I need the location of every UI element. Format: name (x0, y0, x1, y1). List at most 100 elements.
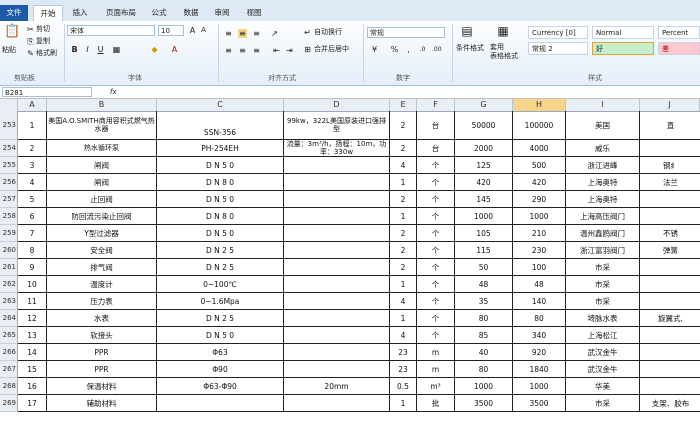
cell-j[interactable] (640, 208, 700, 225)
cell-a[interactable]: 10 (18, 276, 47, 293)
cell-j[interactable]: 弹簧 (640, 242, 700, 259)
cell-b[interactable]: 温度计 (47, 276, 157, 293)
row-header[interactable]: 259 (0, 225, 18, 242)
cell-j[interactable] (640, 378, 700, 395)
cell-c[interactable]: D N 5 0 (157, 157, 284, 174)
fx-icon[interactable]: fx (110, 87, 117, 97)
column-header-j[interactable]: J (640, 99, 700, 111)
column-header-h[interactable]: H (513, 99, 566, 111)
cell-e[interactable]: 2 (390, 225, 417, 242)
cell-c[interactable]: PH-254EH (157, 140, 284, 157)
number-format-select[interactable]: 常规 (367, 27, 445, 38)
cell-f[interactable]: 个 (417, 225, 455, 242)
conditional-formatting-icon[interactable]: ▤ (460, 25, 474, 41)
cell-f[interactable]: 个 (417, 327, 455, 344)
italic-icon[interactable]: I (83, 45, 92, 54)
cell-h[interactable]: 100000 (513, 111, 566, 140)
cell-e[interactable]: 4 (390, 293, 417, 310)
cell-e[interactable]: 0.5 (390, 378, 417, 395)
cell-c[interactable]: SSN-356 (157, 111, 284, 140)
cell-c[interactable]: D N 8 0 (157, 208, 284, 225)
cell-d[interactable] (284, 225, 390, 242)
cell-j[interactable]: 支架、胶布 (640, 395, 700, 412)
column-header-e[interactable]: E (390, 99, 417, 111)
cell-d[interactable] (284, 395, 390, 412)
cell-c[interactable]: Φ63-Φ90 (157, 378, 284, 395)
shrink-font-icon[interactable]: A (199, 26, 208, 35)
cell-i[interactable]: 武汉金牛 (566, 361, 640, 378)
cell-c[interactable]: D N 2 5 (157, 310, 284, 327)
cell-e[interactable]: 2 (390, 242, 417, 259)
cell-f[interactable]: 个 (417, 310, 455, 327)
row-header[interactable]: 257 (0, 191, 18, 208)
style-currency[interactable]: Currency [0] (528, 26, 588, 39)
cell-j[interactable] (640, 140, 700, 157)
cell-c[interactable]: D N 2 5 (157, 259, 284, 276)
row-header[interactable]: 255 (0, 157, 18, 174)
cell-g[interactable]: 80 (455, 310, 513, 327)
cell-d[interactable]: 99kw，322L美国原装进口强排型 (284, 111, 390, 140)
cell-a[interactable]: 13 (18, 327, 47, 344)
row-header[interactable]: 265 (0, 327, 18, 344)
cell-c[interactable]: D N 8 0 (157, 174, 284, 191)
align-top-icon[interactable]: ≡ (224, 29, 233, 38)
tab-insert[interactable]: 插入 (66, 5, 94, 21)
cell-a[interactable]: 12 (18, 310, 47, 327)
cell-h[interactable]: 920 (513, 344, 566, 361)
cell-g[interactable]: 420 (455, 174, 513, 191)
grow-font-icon[interactable]: A (188, 26, 197, 35)
cell-g[interactable]: 105 (455, 225, 513, 242)
cell-a[interactable]: 1 (18, 111, 47, 140)
cell-c[interactable]: D N 2 5 (157, 242, 284, 259)
conditional-formatting-button[interactable]: 条件格式 (456, 43, 484, 53)
tab-file[interactable]: 文件 (0, 5, 28, 21)
cell-h[interactable]: 80 (513, 310, 566, 327)
cell-c[interactable]: 0~1.6Mpa (157, 293, 284, 310)
cell-b[interactable]: PPR (47, 344, 157, 361)
cell-i[interactable]: 市采 (566, 293, 640, 310)
cell-b[interactable]: 辅助材料 (47, 395, 157, 412)
cell-f[interactable]: 个 (417, 191, 455, 208)
cell-f[interactable]: 个 (417, 208, 455, 225)
cell-a[interactable]: 17 (18, 395, 47, 412)
cell-a[interactable]: 11 (18, 293, 47, 310)
cell-d[interactable] (284, 191, 390, 208)
copy-icon[interactable]: ⎘ (26, 37, 35, 46)
cell-b[interactable]: 止回阀 (47, 191, 157, 208)
cell-i[interactable]: 埼脉水表 (566, 310, 640, 327)
cell-c[interactable] (157, 395, 284, 412)
cell-h[interactable]: 1000 (513, 378, 566, 395)
cell-i[interactable]: 市采 (566, 259, 640, 276)
font-size-select[interactable]: 10 (158, 25, 184, 36)
align-bottom-icon[interactable]: ≡ (252, 29, 261, 38)
cell-h[interactable]: 48 (513, 276, 566, 293)
cell-h[interactable]: 210 (513, 225, 566, 242)
cut-icon[interactable]: ✂ (26, 25, 35, 34)
paste-icon[interactable]: 📋 (4, 25, 20, 43)
cell-g[interactable]: 50 (455, 259, 513, 276)
cell-i[interactable]: 浙江富羽阀门 (566, 242, 640, 259)
cell-d[interactable] (284, 208, 390, 225)
cell-j[interactable] (640, 293, 700, 310)
cell-g[interactable]: 2000 (455, 140, 513, 157)
wrap-text-button[interactable]: 自动换行 (314, 27, 342, 37)
orientation-icon[interactable]: ↗ (270, 29, 279, 38)
row-header[interactable]: 264 (0, 310, 18, 327)
cell-j[interactable] (640, 191, 700, 208)
increase-indent-icon[interactable]: ⇥ (285, 46, 294, 55)
tab-formulas[interactable]: 公式 (145, 5, 173, 21)
cell-d[interactable] (284, 259, 390, 276)
fill-color-icon[interactable]: ◆ (150, 45, 159, 54)
cell-b[interactable]: 排气阀 (47, 259, 157, 276)
comma-style-icon[interactable]: , (404, 45, 413, 54)
tab-data[interactable]: 数据 (177, 5, 205, 21)
row-header[interactable]: 267 (0, 361, 18, 378)
style-bad[interactable]: 差 (658, 42, 700, 55)
cell-g[interactable]: 48 (455, 276, 513, 293)
cell-f[interactable]: 个 (417, 157, 455, 174)
cell-j[interactable] (640, 361, 700, 378)
row-header[interactable]: 268 (0, 378, 18, 395)
cell-i[interactable]: 美国 (566, 111, 640, 140)
cell-a[interactable]: 5 (18, 191, 47, 208)
underline-icon[interactable]: U (96, 45, 105, 54)
